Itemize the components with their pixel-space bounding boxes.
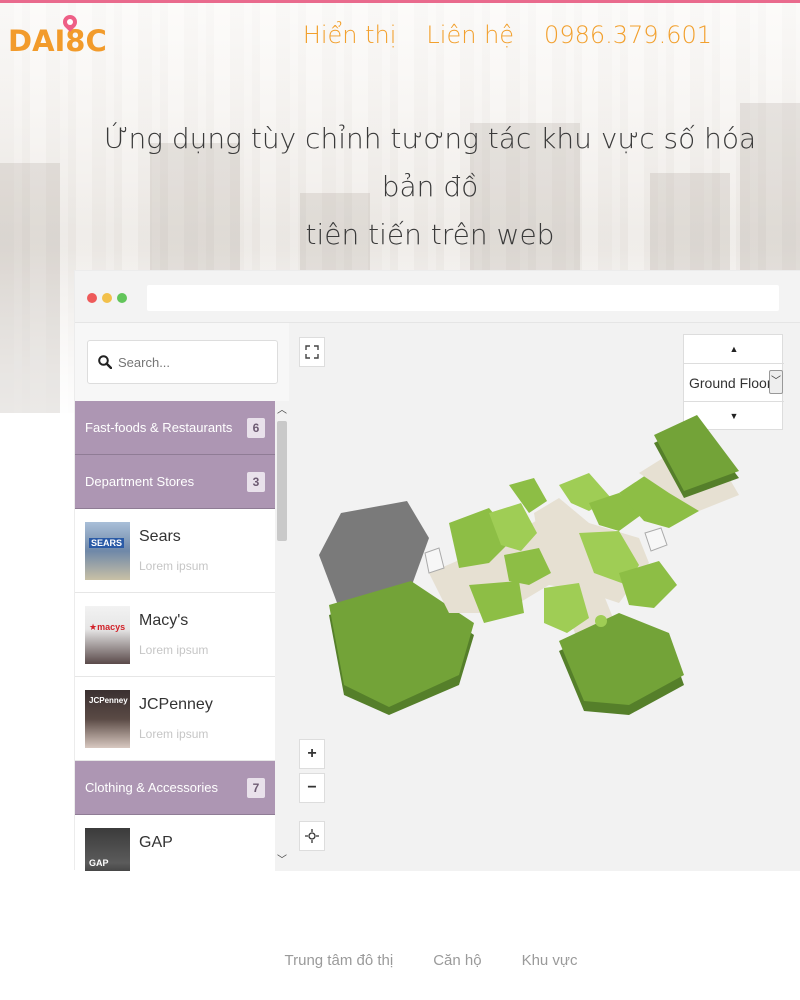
footer-link-apartments[interactable]: Căn hộ — [433, 952, 481, 969]
logo[interactable]: DAI8C — [8, 12, 107, 61]
recenter-icon — [305, 829, 319, 843]
sidebar-scrollbar[interactable]: ︿ ﹀ — [275, 401, 289, 871]
map-view[interactable]: ▲ Ground Floor ﹀ ▼ + − — [289, 323, 800, 871]
store-sign: GAP — [89, 858, 109, 868]
store-sidebar: Fast-foods & Restaurants 6 Department St… — [75, 323, 289, 871]
footer-link-urban-center[interactable]: Trung tâm đô thị — [285, 952, 394, 969]
app-window: Fast-foods & Restaurants 6 Department St… — [74, 270, 800, 871]
chevron-up-icon[interactable]: ︿ — [275, 403, 289, 419]
store-subtitle: Lorem ipsum — [139, 643, 209, 657]
store-name: GAP — [139, 834, 173, 851]
store-sign: SEARS — [89, 538, 125, 548]
store-sign: ★macys — [89, 622, 126, 632]
store-thumbnail: ★macys — [85, 606, 130, 664]
footer-link-areas[interactable]: Khu vực — [522, 952, 578, 969]
store-name: Macy's — [139, 612, 189, 629]
category-label: Department Stores — [85, 474, 195, 489]
address-bar[interactable] — [147, 285, 779, 311]
chevron-down-icon[interactable]: ﹀ — [275, 853, 289, 869]
store-list: Fast-foods & Restaurants 6 Department St… — [75, 401, 275, 871]
top-nav: Hiển thị Liên hệ 0986.379.601 — [303, 21, 712, 49]
hero-title-line-1: Ứng dụng tùy chỉnh tương tác khu vực số … — [103, 122, 757, 203]
nav-item-contact[interactable]: Liên hệ — [426, 21, 514, 49]
category-header[interactable]: Department Stores 3 — [75, 455, 275, 509]
store-thumbnail: GAP — [85, 828, 130, 871]
store-item[interactable]: GAP GAP — [75, 815, 275, 871]
category-count-badge: 3 — [247, 471, 265, 492]
hero-title-line-2: tiên tiến trên web — [305, 218, 555, 251]
store-name: Sears — [139, 528, 181, 545]
scrollbar-thumb[interactable] — [277, 421, 287, 541]
footer-links: Trung tâm đô thị Căn hộ Khu vực — [0, 952, 800, 969]
zoom-in-button[interactable]: + — [299, 739, 325, 769]
search-input[interactable] — [118, 354, 268, 370]
store-item[interactable]: JCPenney JCPenney Lorem ipsum — [75, 677, 275, 761]
nav-item-display[interactable]: Hiển thị — [303, 21, 397, 49]
shop-unit[interactable] — [469, 581, 524, 623]
maximize-dot-icon[interactable] — [117, 293, 127, 303]
category-header[interactable]: Fast-foods & Restaurants 6 — [75, 401, 275, 455]
store-item[interactable]: ★macys Macy's Lorem ipsum — [75, 593, 275, 677]
store-name: JCPenney — [139, 696, 213, 713]
store-sign: JCPenney — [89, 696, 128, 705]
close-dot-icon[interactable] — [87, 293, 97, 303]
hero-title: Ứng dụng tùy chỉnh tương tác khu vực số … — [100, 115, 760, 259]
store-subtitle: Lorem ipsum — [139, 727, 209, 741]
zoom-out-button[interactable]: − — [299, 773, 325, 803]
nav-item-phone[interactable]: 0986.379.601 — [544, 21, 712, 49]
logo-text: DAI8C — [8, 24, 107, 58]
entrance-marker — [424, 547, 445, 574]
category-label: Clothing & Accessories — [85, 780, 218, 795]
search-icon — [98, 355, 112, 369]
search-box[interactable] — [87, 340, 278, 384]
store-subtitle: Lorem ipsum — [139, 559, 209, 573]
store-thumbnail: SEARS — [85, 522, 130, 580]
minimize-dot-icon[interactable] — [102, 293, 112, 303]
window-title-bar — [75, 271, 800, 323]
category-label: Fast-foods & Restaurants — [85, 420, 233, 435]
store-item[interactable]: SEARS Sears Lorem ipsum — [75, 509, 275, 593]
mall-floor-plan[interactable] — [289, 323, 800, 871]
category-count-badge: 6 — [247, 417, 265, 438]
recenter-button[interactable] — [299, 821, 325, 851]
category-count-badge: 7 — [247, 777, 265, 798]
entrance-marker — [644, 527, 668, 552]
category-header[interactable]: Clothing & Accessories 7 — [75, 761, 275, 815]
kiosk-marker[interactable] — [595, 615, 607, 627]
store-thumbnail: JCPenney — [85, 690, 130, 748]
